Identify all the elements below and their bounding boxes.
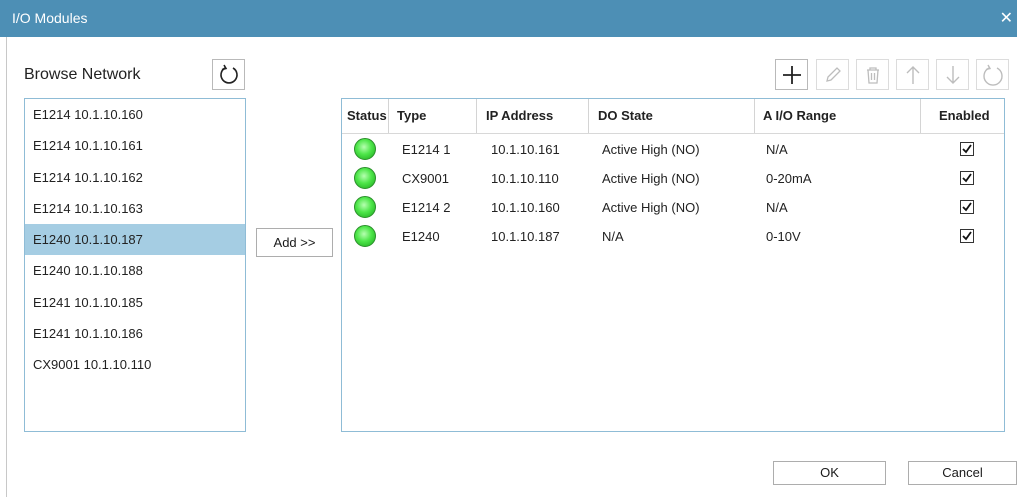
status-ok-icon: [354, 225, 376, 247]
close-icon[interactable]: ✕: [1000, 8, 1013, 28]
browse-item[interactable]: E1214 10.1.10.160: [25, 99, 245, 130]
pencil-icon: [823, 65, 843, 85]
browse-item[interactable]: CX9001 10.1.10.110: [25, 349, 245, 380]
column-header-status[interactable]: Status: [347, 99, 387, 133]
cell-ip: 10.1.10.161: [491, 142, 560, 157]
cell-aio-range: N/A: [766, 200, 788, 215]
column-header-do-state[interactable]: DO State: [598, 99, 653, 133]
browse-refresh-button[interactable]: [212, 59, 245, 90]
browse-item-selected[interactable]: E1240 10.1.10.187: [25, 224, 245, 256]
table-row[interactable]: E1214 1 10.1.10.161 Active High (NO) N/A: [342, 135, 1004, 164]
cell-do-state: N/A: [602, 229, 624, 244]
delete-module-button[interactable]: [856, 59, 889, 90]
cell-aio-range: 0-10V: [766, 229, 801, 244]
browse-item[interactable]: E1214 10.1.10.163: [25, 193, 245, 224]
column-header-type[interactable]: Type: [397, 99, 426, 133]
edit-module-button[interactable]: [816, 59, 849, 90]
move-up-button[interactable]: [896, 59, 929, 90]
cell-aio-range: N/A: [766, 142, 788, 157]
cell-aio-range: 0-20mA: [766, 171, 812, 186]
status-ok-icon: [354, 138, 376, 160]
enabled-checkbox[interactable]: [960, 229, 974, 243]
column-header-ip[interactable]: IP Address: [486, 99, 553, 133]
cell-type: E1240: [402, 229, 440, 244]
cell-type: CX9001: [402, 171, 449, 186]
table-row[interactable]: E1214 2 10.1.10.160 Active High (NO) N/A: [342, 193, 1004, 222]
cell-do-state: Active High (NO): [602, 142, 700, 157]
arrow-up-icon: [904, 64, 922, 86]
enabled-checkbox[interactable]: [960, 200, 974, 214]
add-button[interactable]: Add >>: [256, 228, 333, 257]
table-row[interactable]: CX9001 10.1.10.110 Active High (NO) 0-20…: [342, 164, 1004, 193]
table-header: Status Type IP Address DO State A I/O Ra…: [342, 99, 1004, 134]
status-ok-icon: [354, 196, 376, 218]
cell-ip: 10.1.10.160: [491, 200, 560, 215]
move-down-button[interactable]: [936, 59, 969, 90]
cell-type: E1214 1: [402, 142, 451, 157]
column-header-aio-range[interactable]: A I/O Range: [763, 99, 836, 133]
cancel-button[interactable]: Cancel: [908, 461, 1017, 485]
cell-do-state: Active High (NO): [602, 171, 700, 186]
browse-item[interactable]: E1241 10.1.10.186: [25, 318, 245, 349]
table-row[interactable]: E1240 10.1.10.187 N/A 0-10V: [342, 222, 1004, 251]
modules-table: Status Type IP Address DO State A I/O Ra…: [341, 98, 1005, 432]
column-header-enabled[interactable]: Enabled: [939, 99, 990, 133]
title-bar: I/O Modules ✕: [0, 0, 1017, 37]
enabled-checkbox[interactable]: [960, 142, 974, 156]
add-module-button[interactable]: [775, 59, 808, 90]
browse-item[interactable]: E1241 10.1.10.185: [25, 287, 245, 318]
window-left-border: [6, 37, 7, 497]
cell-do-state: Active High (NO): [602, 200, 700, 215]
browse-network-list[interactable]: E1214 10.1.10.160 E1214 10.1.10.161 E121…: [24, 98, 246, 432]
cell-ip: 10.1.10.110: [491, 171, 559, 186]
refresh-icon: [218, 64, 240, 86]
cell-ip: 10.1.10.187: [491, 229, 560, 244]
browse-item[interactable]: E1214 10.1.10.162: [25, 162, 245, 193]
refresh-icon: [981, 63, 1005, 87]
browse-item[interactable]: E1214 10.1.10.161: [25, 130, 245, 161]
status-ok-icon: [354, 167, 376, 189]
plus-icon: [781, 64, 803, 86]
browse-network-title: Browse Network: [24, 66, 141, 83]
trash-icon: [864, 65, 882, 85]
ok-button[interactable]: OK: [773, 461, 886, 485]
refresh-modules-button[interactable]: [976, 59, 1009, 90]
browse-item[interactable]: E1240 10.1.10.188: [25, 255, 245, 286]
enabled-checkbox[interactable]: [960, 171, 974, 185]
cell-type: E1214 2: [402, 200, 451, 215]
window-title: I/O Modules: [12, 10, 88, 26]
arrow-down-icon: [944, 64, 962, 86]
